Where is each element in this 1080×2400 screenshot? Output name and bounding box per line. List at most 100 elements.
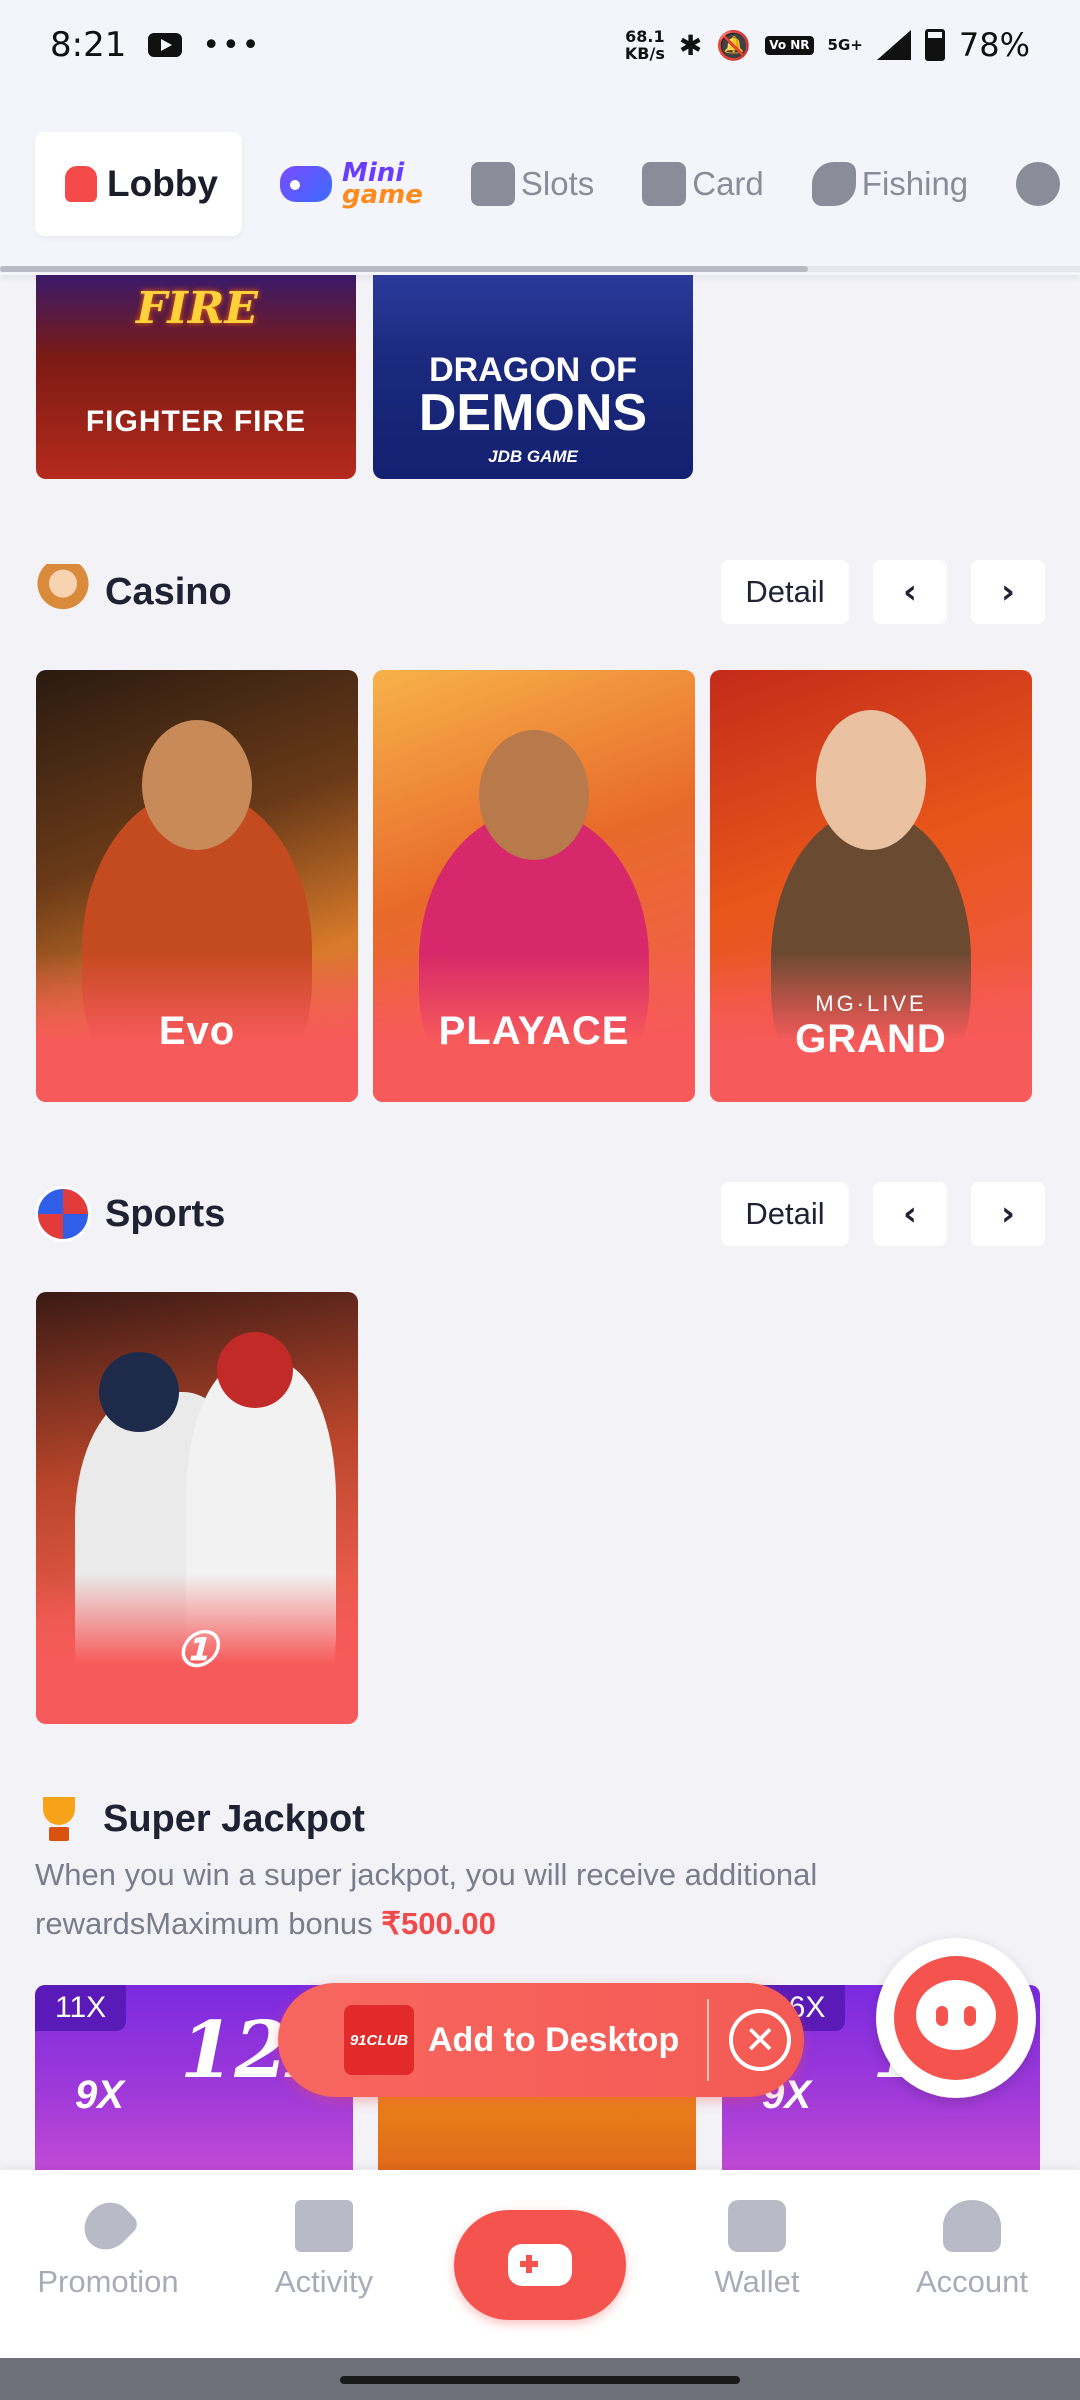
tab-lobby[interactable]: Lobby <box>35 132 242 236</box>
bluetooth-icon: ✱ <box>678 28 703 62</box>
network-speed: 68.1 KB/s <box>625 28 665 62</box>
tab-card[interactable]: Card <box>642 162 764 206</box>
nav-wallet-label: Wallet <box>714 2264 800 2299</box>
sports-next-button[interactable]: › <box>971 1182 1045 1246</box>
jackpot-header: Super Jackpot <box>35 1795 365 1843</box>
gamepad-icon <box>279 166 332 202</box>
game-name-line2: DEMONS <box>418 384 648 442</box>
divider <box>707 1999 710 2081</box>
casino-card-playace[interactable]: PLAYACE <box>373 670 695 1102</box>
casino-detail-button[interactable]: Detail <box>721 560 849 624</box>
casino-icon <box>35 564 91 620</box>
provider-logo-bottom: GRAND <box>795 1017 947 1061</box>
system-gesture-bar <box>0 2358 1080 2400</box>
battery-icon <box>924 29 945 61</box>
section-title: Super Jackpot <box>103 1797 365 1840</box>
status-time: 8:21 <box>50 25 127 65</box>
battery-level: 78% <box>958 26 1030 64</box>
tab-fishing-label: Fishing <box>861 165 969 202</box>
mute-icon: 🔕 <box>716 28 752 62</box>
provider-logo-icon: ① <box>174 1624 220 1677</box>
promotion-icon <box>74 2192 142 2260</box>
category-nav: Lobby Mini game Slots Card Fishing <box>0 90 1080 275</box>
player-helmet <box>99 1352 180 1432</box>
chat-icon <box>894 1956 1018 2080</box>
provider-logo-top: MG·LIVE <box>815 991 927 1016</box>
tab-card-label: Card <box>692 165 764 202</box>
fish-icon <box>811 162 856 206</box>
player-helmet-2 <box>216 1332 293 1408</box>
trophy-icon <box>35 1795 83 1843</box>
more-notifications-icon: ••• <box>202 27 262 63</box>
home-icon <box>65 166 97 202</box>
game-card-fighter-fire[interactable]: FIRE FIGHTER FIRE <box>36 275 356 479</box>
signal-icon <box>876 30 911 60</box>
soccer-ball-icon <box>35 1186 91 1242</box>
provider-logo: Evo <box>158 1009 236 1053</box>
game-name: FIGHTER FIRE <box>85 405 307 438</box>
section-title: Sports <box>105 1192 226 1235</box>
gamepad-icon <box>508 2244 572 2286</box>
nav-activity[interactable]: Activity <box>224 2200 424 2300</box>
home-gesture-handle[interactable] <box>340 2376 740 2384</box>
game-card-dragon-of-demons[interactable]: DRAGON OF DEMONS JDB GAME <box>373 275 693 479</box>
sports-detail-button[interactable]: Detail <box>721 1182 849 1246</box>
fighter-fire-logo: FIRE <box>136 283 258 334</box>
nav-account-label: Account <box>915 2264 1028 2299</box>
jackpot-description: When you win a super jackpot, you will r… <box>35 1850 1035 1948</box>
tab-more[interactable] <box>1016 162 1066 206</box>
tab-minigame-label: Mini game <box>341 160 423 210</box>
nav-promotion-label: Promotion <box>37 2264 179 2299</box>
tab-slots-label: Slots <box>520 165 595 202</box>
network-type: 5G+ <box>827 36 863 54</box>
sports-card-baseball[interactable]: ① <box>36 1292 358 1724</box>
tab-slots[interactable]: Slots <box>470 162 595 206</box>
multiplier-tag: 11X <box>35 1985 127 2031</box>
bottom-nav: Promotion Activity Wallet Account <box>0 2170 1080 2358</box>
category-scroll-thumb[interactable] <box>0 266 808 272</box>
wallet-icon <box>728 2200 786 2252</box>
nav-activity-label: Activity <box>274 2264 374 2299</box>
casino-prev-button[interactable]: ‹ <box>873 560 947 624</box>
customer-service-button[interactable] <box>876 1938 1036 2098</box>
tab-fishing[interactable]: Fishing <box>811 162 969 206</box>
casino-card-evo[interactable]: Evo <box>36 670 358 1102</box>
sports-prev-button[interactable]: ‹ <box>873 1182 947 1246</box>
dealer-head <box>816 710 926 850</box>
provider-logo: JDB GAME <box>488 447 578 466</box>
add-to-desktop-label: Add to Desktop <box>428 2020 680 2059</box>
club-logo: 91CLUB <box>344 2005 414 2075</box>
account-icon <box>943 2200 1001 2252</box>
add-to-desktop-banner[interactable]: 91CLUB Add to Desktop ✕ <box>278 1983 804 2097</box>
provider-logo: MG·LIVE GRAND <box>710 991 1032 1062</box>
dealer-head <box>479 730 589 860</box>
chat-icon-eye <box>964 2006 976 2026</box>
status-bar: 8:21 ••• 68.1 KB/s ✱ 🔕 Vo NR 5G+ 78% <box>0 0 1080 90</box>
nav-account[interactable]: Account <box>872 2200 1072 2300</box>
more-category-icon <box>1016 162 1061 206</box>
network-speed-unit: KB/s <box>624 44 665 63</box>
multiplier-small: 9X <box>75 2073 124 2117</box>
card-icon <box>642 162 687 206</box>
mini-line2: game <box>341 180 423 210</box>
youtube-icon <box>148 33 183 57</box>
slots-icon <box>470 162 515 206</box>
casino-card-mg-live-grand[interactable]: MG·LIVE GRAND <box>710 670 1032 1102</box>
tab-minigame[interactable]: Mini game <box>279 160 423 210</box>
close-icon[interactable]: ✕ <box>729 2009 792 2071</box>
nav-wallet[interactable]: Wallet <box>657 2200 857 2300</box>
sports-section-header: Sports Detail ‹ › <box>35 1181 1045 1247</box>
nav-games-button[interactable] <box>454 2210 626 2320</box>
chat-icon-eye <box>936 2006 948 2026</box>
section-title: Casino <box>105 570 232 613</box>
provider-logo: PLAYACE <box>438 1009 630 1053</box>
gift-icon <box>295 2200 353 2252</box>
volte-icon: Vo NR <box>765 35 814 55</box>
casino-next-button[interactable]: › <box>971 560 1045 624</box>
tab-lobby-label: Lobby <box>107 163 218 204</box>
dealer-head <box>142 720 252 850</box>
status-icons: 68.1 KB/s ✱ 🔕 Vo NR 5G+ 78% <box>625 26 1030 64</box>
jackpot-max-bonus: ₹500.00 <box>381 1906 496 1941</box>
casino-section-header: Casino Detail ‹ › <box>35 559 1045 625</box>
nav-promotion[interactable]: Promotion <box>8 2192 208 2300</box>
